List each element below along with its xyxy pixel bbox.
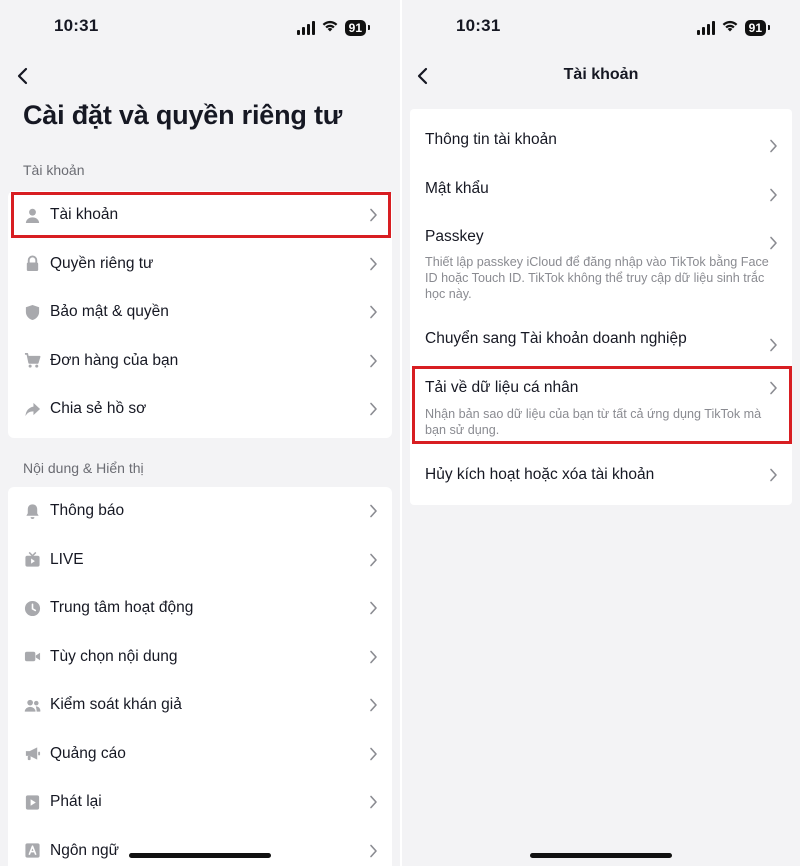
content-group: Thông báo LIVE Trung tâm hoạt động Tùy c… [8, 487, 392, 866]
account-item-label: Passkey [425, 228, 484, 245]
language-icon [23, 842, 41, 860]
settings-screen: 10:31 91 Cài đặt và quyền riêng tư Tài k… [0, 0, 400, 866]
wifi-icon [321, 18, 339, 37]
account-item-label: Tải về dữ liệu cá nhân [425, 379, 579, 396]
chevron-left-icon [17, 67, 28, 85]
people-icon [23, 696, 41, 714]
settings-item-share-profile[interactable]: Chia sẻ hồ sơ [8, 385, 392, 434]
settings-item-label: Chia sẻ hồ sơ [50, 400, 147, 418]
wifi-icon [721, 18, 739, 37]
chevron-right-icon [769, 236, 778, 250]
account-screen: 10:31 91 Tài khoản Thông tin tài khoản M… [400, 0, 800, 866]
settings-item-live[interactable]: LIVE [8, 536, 392, 585]
settings-item-ads[interactable]: Quảng cáo [8, 730, 392, 779]
bell-icon [23, 502, 41, 520]
chevron-right-icon [769, 381, 778, 395]
chevron-right-icon [369, 553, 378, 567]
settings-item-playback[interactable]: Phát lại [8, 778, 392, 827]
settings-item-label: LIVE [50, 550, 84, 568]
chevron-right-icon [769, 338, 778, 352]
settings-item-label: Trung tâm hoạt động [50, 599, 194, 617]
video-icon [23, 648, 41, 666]
settings-item-activity-center[interactable]: Trung tâm hoạt động [8, 584, 392, 633]
chevron-right-icon [769, 188, 778, 202]
clock-icon [23, 599, 41, 617]
account-item-description: Thiết lập passkey iCloud để đăng nhập và… [425, 255, 769, 301]
status-bar: 10:31 91 [0, 0, 400, 50]
chevron-right-icon [369, 698, 378, 712]
home-indicator [530, 853, 672, 858]
share-icon [23, 400, 41, 418]
megaphone-icon [23, 745, 41, 763]
status-bar: 10:31 91 [402, 0, 800, 50]
chevron-right-icon [369, 844, 378, 858]
playback-icon [23, 793, 41, 811]
settings-item-orders[interactable]: Đơn hàng của bạn [8, 337, 392, 386]
account-item-description: Nhận bản sao dữ liệu của bạn từ tất cả ứ… [425, 407, 762, 437]
chevron-right-icon [369, 257, 378, 271]
tv-icon [23, 551, 41, 569]
settings-item-label: Đơn hàng của bạn [50, 351, 179, 369]
settings-item-privacy[interactable]: Quyền riêng tư [8, 240, 392, 289]
nav-title: Tài khoản [563, 66, 639, 83]
chevron-right-icon [369, 650, 378, 664]
battery-icon: 91 [344, 19, 371, 36]
section-label-content: Nội dung & Hiển thị [23, 460, 144, 476]
account-options-group: Thông tin tài khoản Mật khẩu Passkey Thi… [410, 109, 792, 505]
lock-icon [23, 255, 41, 273]
account-item-info[interactable]: Thông tin tài khoản [425, 131, 777, 149]
back-button[interactable] [12, 64, 36, 88]
section-label-account: Tài khoản [23, 162, 85, 178]
account-item-password[interactable]: Mật khẩu [425, 180, 777, 198]
account-item-download-data[interactable]: Tải về dữ liệu cá nhân Nhận bản sao dữ l… [425, 379, 777, 438]
battery-icon: 91 [744, 19, 771, 36]
chevron-right-icon [769, 139, 778, 153]
chevron-right-icon [369, 601, 378, 615]
cart-icon [23, 352, 41, 370]
settings-item-audience-controls[interactable]: Kiểm soát khán giả [8, 681, 392, 730]
settings-item-label: Phát lại [50, 793, 102, 811]
settings-item-label: Tùy chọn nội dung [50, 647, 178, 665]
chevron-right-icon [369, 402, 378, 416]
account-item-label: Hủy kích hoạt hoặc xóa tài khoản [425, 466, 655, 483]
account-item-label: Chuyển sang Tài khoản doanh nghiệp [425, 330, 687, 347]
status-time: 10:31 [456, 16, 501, 35]
settings-item-label: Quyền riêng tư [50, 254, 154, 272]
settings-item-notifications[interactable]: Thông báo [8, 487, 392, 536]
account-group: Tài khoản Quyền riêng tư Bảo mật & quyền… [8, 191, 392, 438]
person-icon [23, 206, 41, 224]
settings-item-account[interactable]: Tài khoản [8, 191, 392, 240]
status-time: 10:31 [54, 16, 99, 35]
home-indicator [129, 853, 271, 858]
account-item-passkey[interactable]: Passkey Thiết lập passkey iCloud để đăng… [425, 228, 777, 302]
chevron-right-icon [369, 305, 378, 319]
settings-item-label: Quảng cáo [50, 744, 126, 762]
account-item-business[interactable]: Chuyển sang Tài khoản doanh nghiệp [425, 330, 777, 348]
account-item-deactivate[interactable]: Hủy kích hoạt hoặc xóa tài khoản [425, 466, 777, 484]
settings-item-language[interactable]: Ngôn ngữ [8, 827, 392, 866]
settings-item-label: Kiểm soát khán giả [50, 696, 182, 714]
chevron-right-icon [369, 504, 378, 518]
account-item-label: Thông tin tài khoản [425, 131, 557, 148]
settings-item-security[interactable]: Bảo mật & quyền [8, 288, 392, 337]
settings-item-label: Bảo mật & quyền [50, 303, 169, 321]
settings-item-label: Tài khoản [50, 206, 119, 224]
shield-icon [23, 303, 41, 321]
signal-icon [296, 20, 315, 35]
page-title: Cài đặt và quyền riêng tư [23, 100, 343, 130]
settings-item-label: Thông báo [50, 502, 125, 520]
chevron-right-icon [369, 208, 378, 222]
chevron-right-icon [369, 795, 378, 809]
chevron-right-icon [369, 354, 378, 368]
settings-item-content-preferences[interactable]: Tùy chọn nội dung [8, 633, 392, 682]
signal-icon [696, 20, 715, 35]
settings-item-label: Ngôn ngữ [50, 841, 119, 859]
chevron-right-icon [769, 468, 778, 482]
account-item-label: Mật khẩu [425, 180, 489, 197]
chevron-right-icon [369, 747, 378, 761]
